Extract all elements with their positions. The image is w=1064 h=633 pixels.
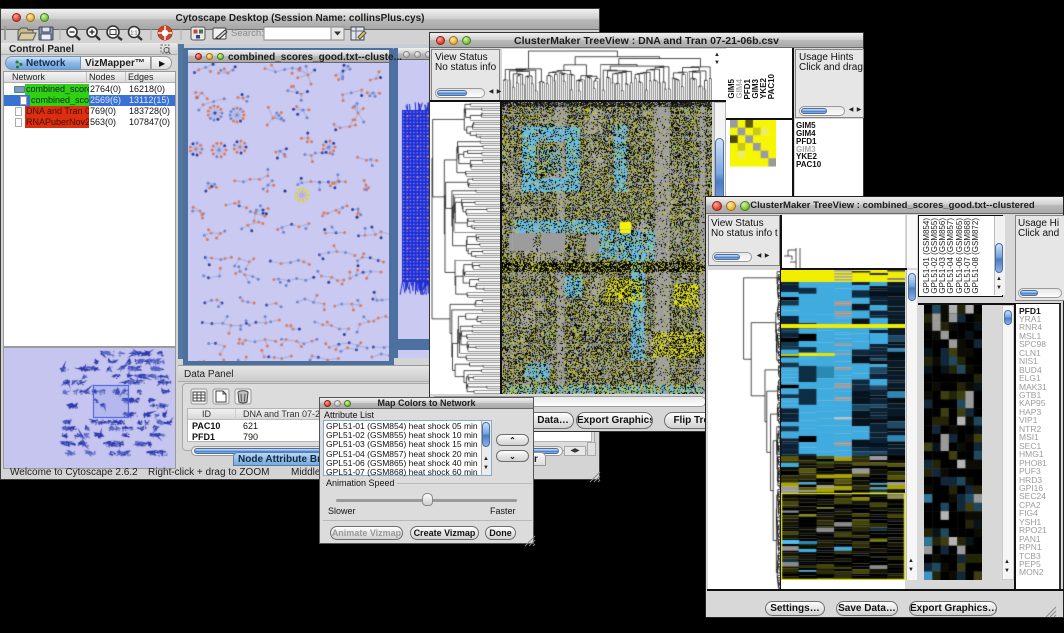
svg-text:Search:: Search:: [231, 28, 264, 39]
svg-text:1:1: 1:1: [131, 31, 138, 37]
